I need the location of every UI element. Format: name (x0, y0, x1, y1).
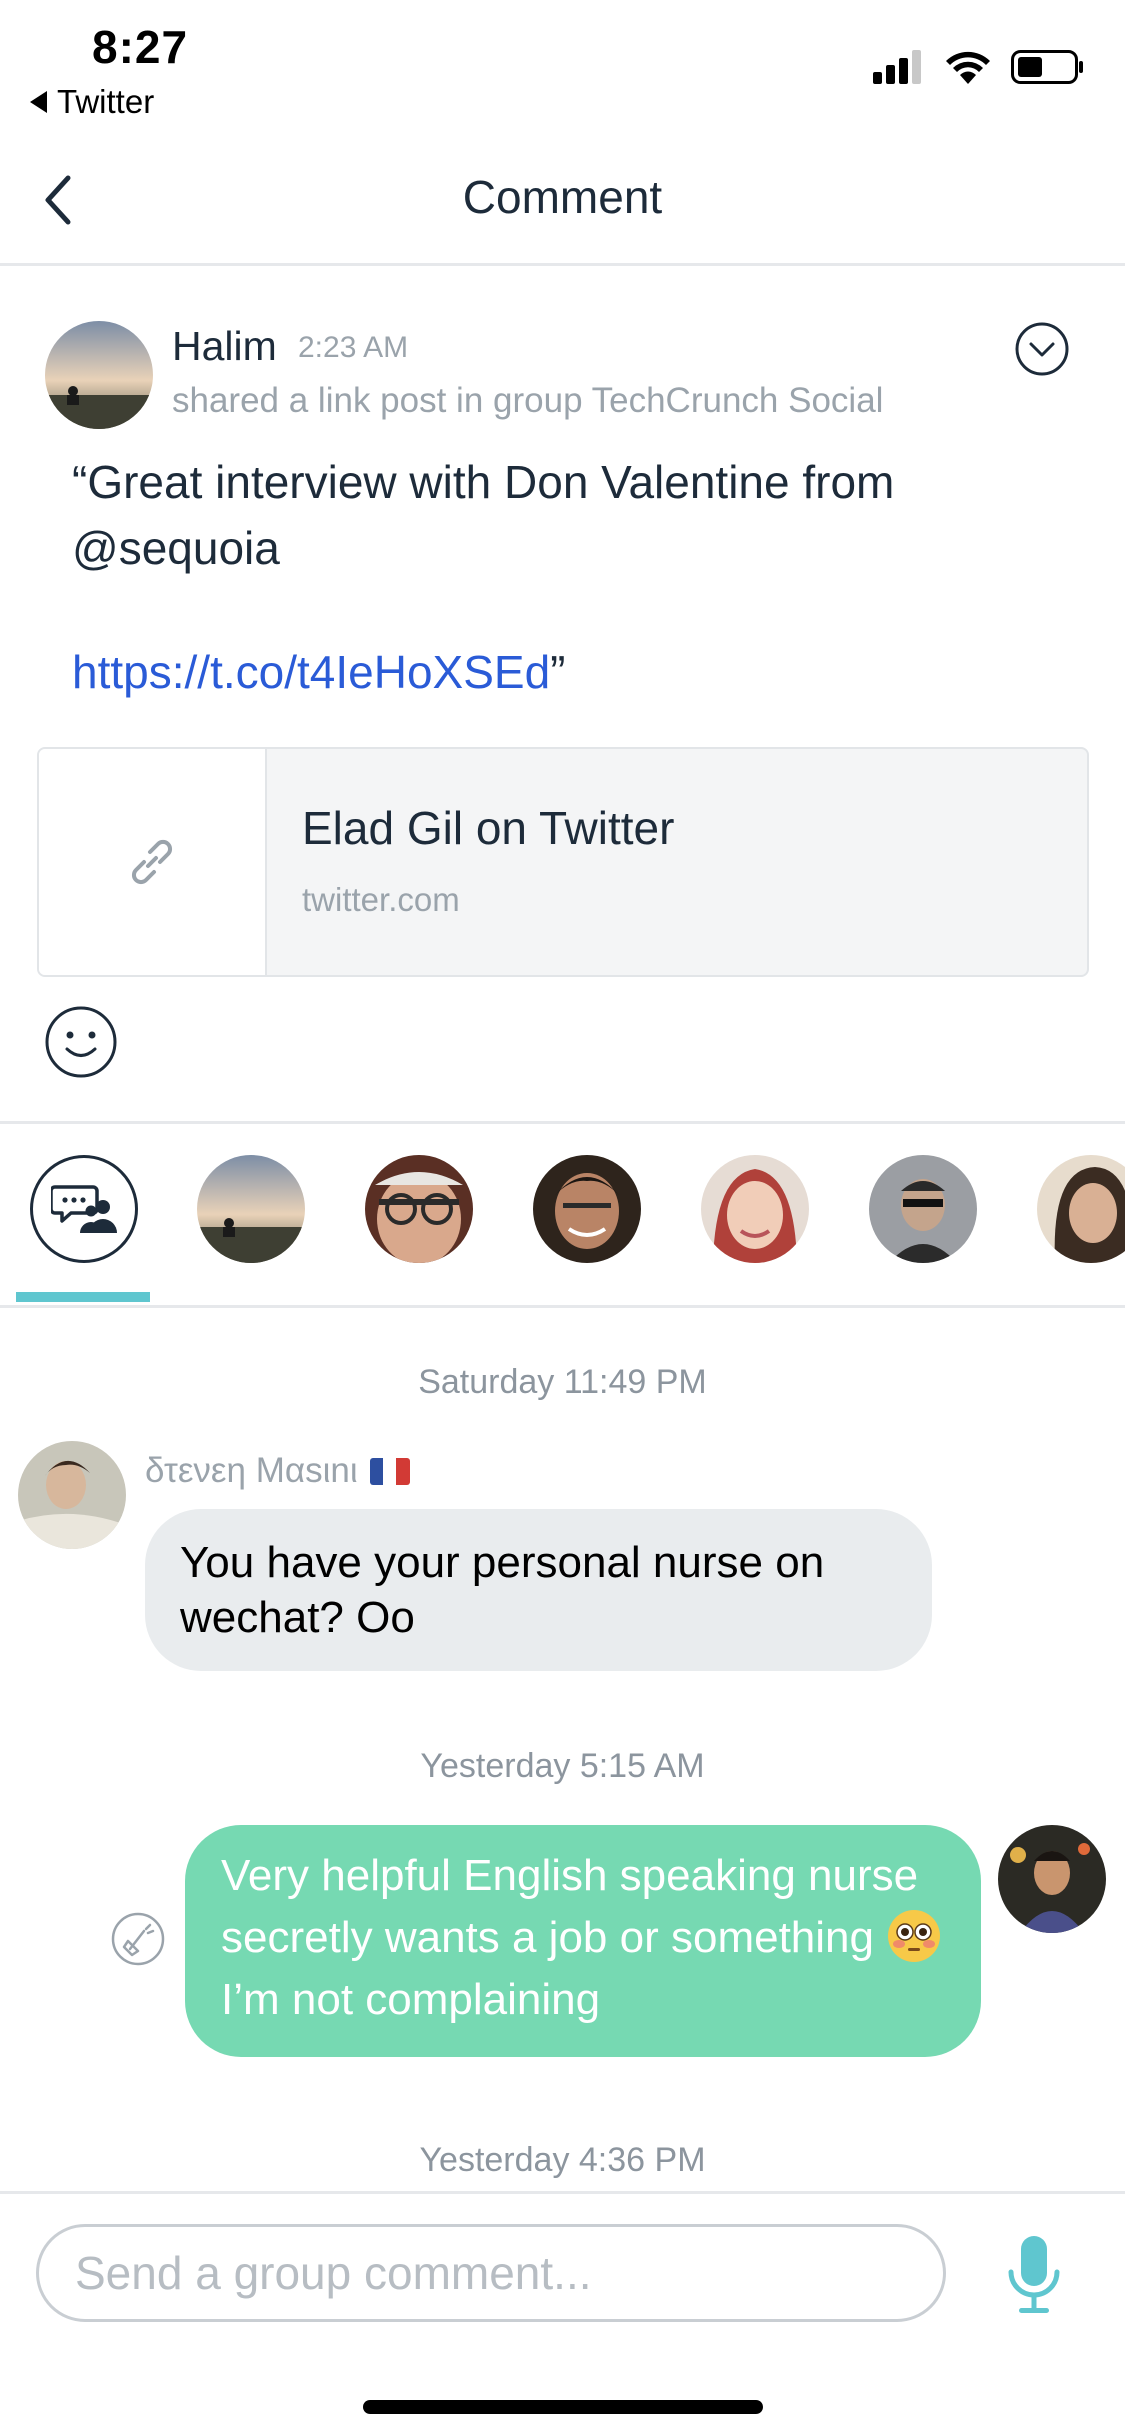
outgoing-message-text: Very helpful English speaking nurse secr… (221, 1851, 919, 1962)
tab-all-comments[interactable] (30, 1155, 138, 1263)
wifi-icon (946, 51, 990, 84)
outgoing-message-text-after: I’m not complaining (221, 1975, 601, 2024)
author-name[interactable]: Halim (172, 323, 277, 370)
group-chat-icon (51, 1185, 117, 1233)
sender-avatar[interactable] (18, 1441, 126, 1549)
active-tab-indicator (16, 1292, 150, 1302)
smiley-icon[interactable] (43, 1004, 119, 1080)
outgoing-message-bubble[interactable]: Very helpful English speaking nurse secr… (185, 1825, 981, 2057)
participant-avatar[interactable] (533, 1155, 641, 1263)
page-title: Comment (462, 171, 663, 223)
incoming-message-bubble[interactable]: You have your personal nurse on wechat? … (145, 1509, 932, 1671)
link-preview-card[interactable]: Elad Gil on Twitter twitter.com (37, 747, 1089, 977)
back-app-label: Twitter (57, 83, 155, 120)
participant-avatar[interactable] (1037, 1155, 1125, 1263)
post-card: Halim 2:23 AM shared a link post in grou… (0, 269, 1125, 1124)
cellular-signal-icon (873, 50, 921, 84)
back-triangle-icon (30, 91, 47, 113)
post-body-text: “Great interview with Don Valentine from… (72, 456, 895, 574)
my-avatar[interactable] (998, 1825, 1106, 1933)
post-timestamp: 2:23 AM (298, 331, 409, 364)
participant-avatar[interactable] (869, 1155, 977, 1263)
participants-strip (0, 1122, 1125, 1308)
status-bar: 8:27 Twitter (0, 0, 1125, 130)
post-link-quote: ” (550, 646, 566, 698)
date-separator: Yesterday 5:15 AM (420, 1747, 705, 1785)
microphone-icon[interactable] (1003, 2234, 1065, 2316)
participant-avatar-halim[interactable] (197, 1155, 305, 1263)
date-separator: Yesterday 4:36 PM (419, 2141, 706, 2179)
chat-thread: Saturday 11:49 PM δτενεη Μαsιnι You have… (0, 1311, 1125, 2191)
link-preview-domain: twitter.com (302, 881, 460, 918)
date-separator: Saturday 11:49 PM (418, 1363, 707, 1401)
post-link[interactable]: https://t.co/t4IeHoXSEd (72, 646, 550, 698)
navigation-bar: Comment (0, 140, 1125, 266)
link-preview-thumb (39, 749, 267, 975)
status-icons (873, 50, 1085, 84)
author-avatar[interactable] (45, 321, 153, 429)
participant-avatar[interactable] (365, 1155, 473, 1263)
flushed-face-emoji (888, 1910, 941, 1963)
link-preview-title: Elad Gil on Twitter (302, 802, 675, 854)
home-indicator[interactable] (363, 2400, 763, 2414)
participant-avatar[interactable] (701, 1155, 809, 1263)
status-time: 8:27 (92, 21, 189, 73)
sender-name: δτενεη Μαsιnι (145, 1451, 410, 1491)
link-icon (131, 839, 173, 885)
back-to-app-link[interactable]: Twitter (30, 83, 154, 121)
broom-status-icon (111, 1912, 165, 1966)
battery-icon (1011, 50, 1083, 84)
post-body-link-line: https://t.co/t4IeHoXSEd” (72, 645, 565, 699)
france-flag-icon (369, 1457, 410, 1485)
comment-input[interactable] (36, 2224, 946, 2322)
sender-name-text: δτενεη Μαsιnι (145, 1451, 358, 1490)
chevron-down-circle-icon[interactable] (1014, 321, 1070, 377)
post-meta: shared a link post in group TechCrunch S… (172, 381, 884, 420)
